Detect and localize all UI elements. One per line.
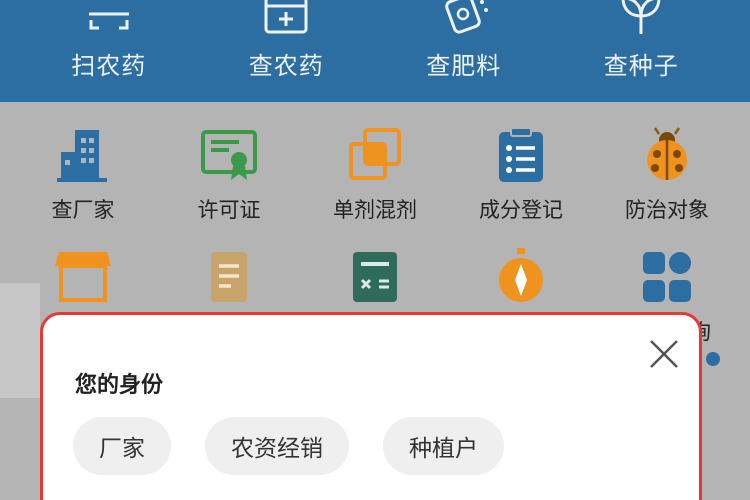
calculator-icon [353, 252, 397, 302]
grid-item-label: 防治对象 [625, 198, 709, 222]
nav-scan-pesticide[interactable]: 扫农药 [34, 0, 184, 81]
top-nav-bar: 扫农药 查农药 查肥料 查种子 [0, 0, 750, 102]
identity-option-manufacturer[interactable]: 厂家 [73, 417, 171, 475]
clipboard-icon [499, 127, 543, 182]
grid-item-more[interactable] [602, 248, 732, 306]
close-icon[interactable] [647, 337, 681, 371]
grid-item-notes[interactable] [164, 248, 294, 306]
fertilizer-bag-icon [444, 0, 488, 34]
certificate-icon [201, 130, 257, 180]
grid-item-label: 查厂家 [51, 198, 115, 222]
nav-check-fertilizer[interactable]: 查肥料 [389, 0, 539, 81]
grid-row [0, 248, 750, 306]
grid-item-control-target[interactable]: 防治对象 [602, 126, 732, 224]
nav-label: 查肥料 [426, 52, 502, 80]
apps-grid-icon [643, 252, 691, 302]
grid-item-compass[interactable] [456, 248, 586, 306]
grid-item-label: 成分登记 [479, 198, 563, 222]
nav-check-pesticide[interactable]: 查农药 [211, 0, 361, 81]
grid-item-calculator[interactable] [310, 248, 440, 306]
identity-selection-modal: 您的身份 厂家 农资经销 种植户 [40, 312, 702, 500]
building-icon [57, 130, 107, 182]
note-icon [211, 252, 247, 302]
identity-option-grower[interactable]: 种植户 [383, 417, 504, 475]
grid-row: 查厂家 许可证 单剂混剂 成分登记 防治对象 [0, 126, 750, 224]
compass-icon [499, 248, 543, 302]
overlap-squares-icon [349, 128, 401, 180]
grid-item-single-mixed[interactable]: 单剂混剂 [310, 126, 440, 224]
grid-item-ingredient-registration[interactable]: 成分登记 [456, 126, 586, 224]
plant-icon [621, 0, 661, 34]
indicator-dot [706, 352, 720, 366]
modal-title: 您的身份 [75, 373, 164, 398]
identity-option-dealer[interactable]: 农资经销 [205, 417, 349, 475]
identity-options: 厂家 农资经销 种植户 [73, 417, 504, 475]
grid-item-manufacturer[interactable]: 查厂家 [18, 126, 148, 224]
grid-item-label: 许可证 [197, 198, 261, 222]
nav-label: 扫农药 [71, 52, 147, 80]
scan-icon [88, 12, 129, 30]
ladybug-icon [647, 127, 687, 180]
nav-check-seed[interactable]: 查种子 [566, 0, 716, 81]
nav-label: 查种子 [603, 52, 679, 80]
nav-label: 查农药 [248, 52, 324, 80]
store-icon [55, 252, 111, 302]
grid-item-label: 单剂混剂 [333, 198, 417, 222]
grid-item-license[interactable]: 许可证 [164, 126, 294, 224]
background-panel [0, 283, 40, 398]
medicine-box-icon [264, 0, 308, 34]
